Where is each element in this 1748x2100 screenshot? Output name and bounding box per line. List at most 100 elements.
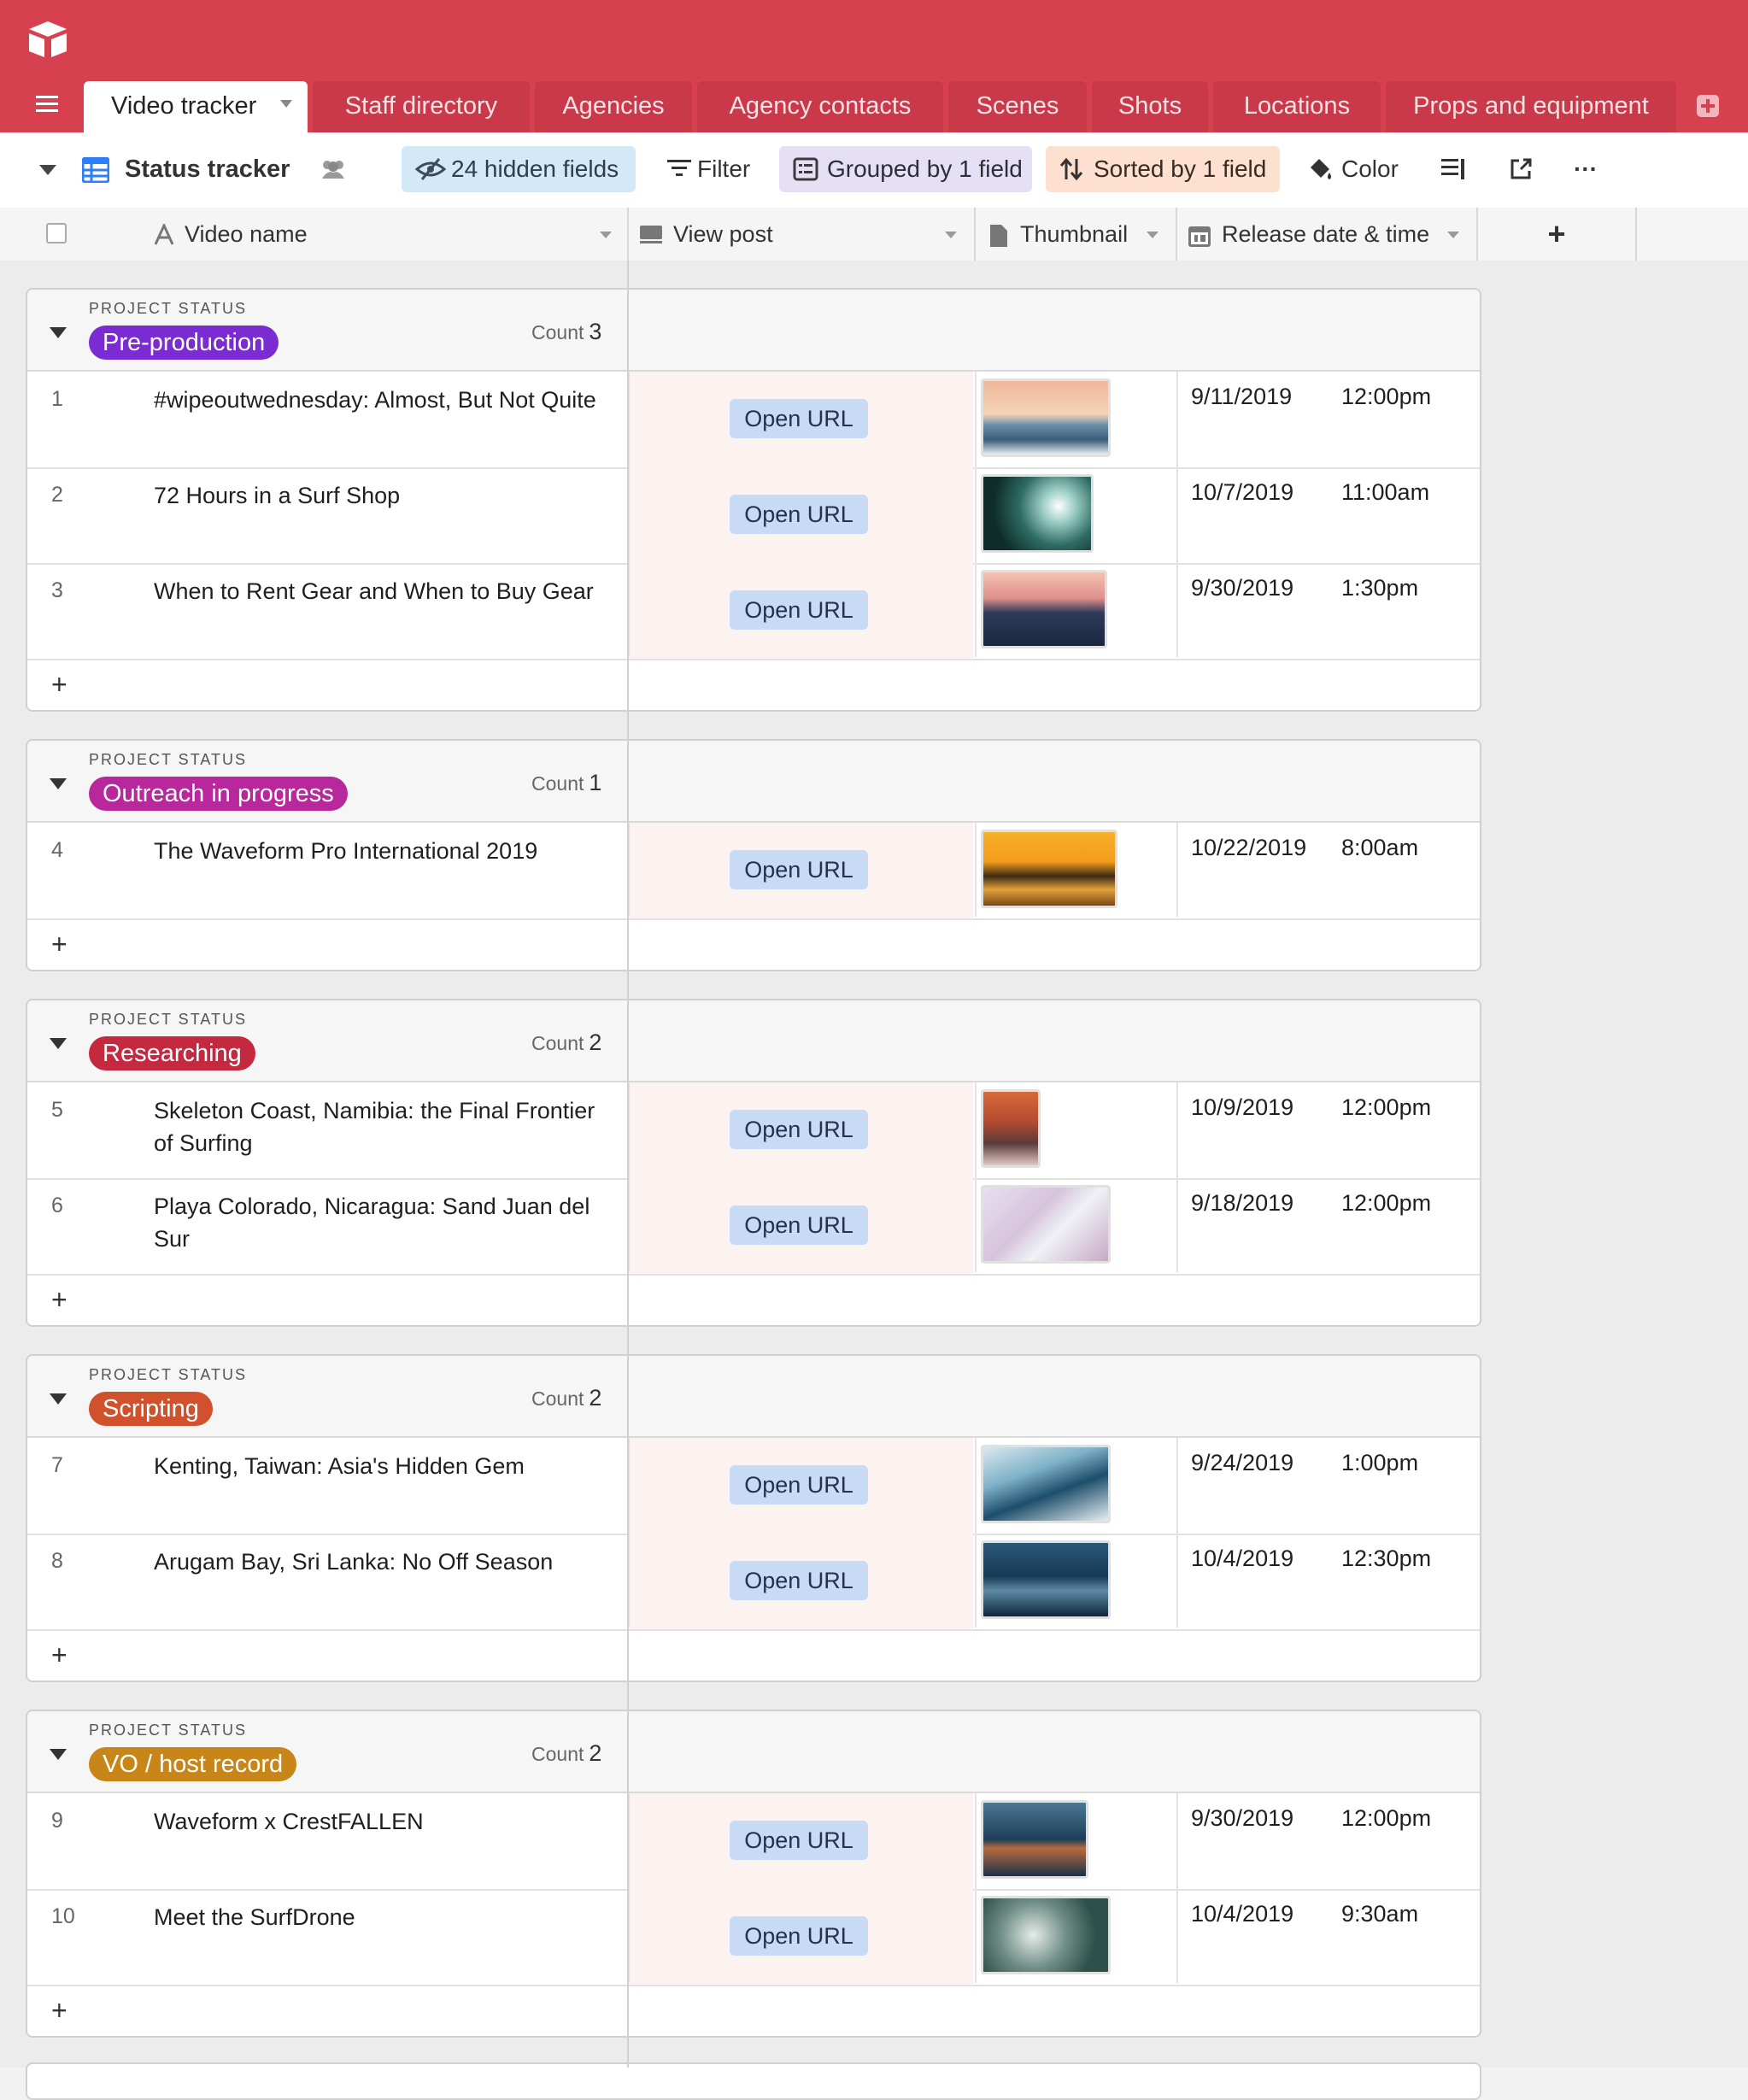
thumbnail-image[interactable] [981, 378, 1111, 457]
table-row[interactable]: 3 When to Rent Gear and When to Buy Gear O… [27, 563, 1480, 660]
add-record-icon[interactable]: + [51, 1995, 67, 2027]
open-url-button[interactable]: Open URL [730, 1465, 868, 1505]
release-time-cell[interactable]: 1:30pm [1341, 575, 1418, 601]
release-date-cell[interactable]: 9/11/2019 [1191, 384, 1292, 410]
release-date-cell[interactable]: 9/18/2019 [1191, 1190, 1293, 1217]
table-row[interactable]: 1 #wipeoutwednesday: Almost, But Not Quit… [27, 372, 1480, 469]
video-name-cell[interactable]: Skeleton Coast, Namibia: the Final Front… [154, 1094, 615, 1159]
tab-locations[interactable]: Locations [1213, 81, 1381, 132]
sort-button[interactable]: Sorted by 1 field [1046, 146, 1280, 192]
table-row[interactable]: 8 Arugam Bay, Sri Lanka: No Off Season Ope… [27, 1534, 1480, 1631]
release-time-cell[interactable]: 12:00pm [1341, 384, 1431, 410]
add-record-row[interactable]: + [27, 1629, 1480, 1681]
thumbnail-image[interactable] [981, 1540, 1111, 1619]
column-menu-chevron-icon[interactable] [1147, 232, 1158, 238]
tab-video-tracker[interactable]: Video tracker [84, 81, 308, 132]
open-url-button[interactable]: Open URL [730, 495, 868, 534]
column-header-release-date[interactable]: Release date & time [1177, 208, 1478, 261]
thumbnail-image[interactable] [981, 1089, 1041, 1168]
open-url-button[interactable]: Open URL [730, 590, 868, 630]
collapse-group-chevron-icon[interactable] [50, 778, 67, 789]
row-height-button[interactable] [1440, 146, 1466, 192]
release-date-cell[interactable]: 9/24/2019 [1191, 1450, 1293, 1476]
video-name-cell[interactable]: The Waveform Pro International 2019 [154, 835, 615, 867]
filter-button[interactable]: Filter [658, 146, 760, 192]
tab-agencies[interactable]: Agencies [535, 81, 692, 132]
add-record-row[interactable]: + [27, 918, 1480, 970]
table-row[interactable]: 5 Skeleton Coast, Namibia: the Final Fron… [27, 1082, 1480, 1180]
release-time-cell[interactable]: 12:30pm [1341, 1546, 1431, 1572]
tab-props-and-equipment[interactable]: Props and equipment [1386, 81, 1676, 132]
release-date-cell[interactable]: 10/4/2019 [1191, 1546, 1293, 1572]
table-row[interactable]: 7 Kenting, Taiwan: Asia's Hidden Gem Open … [27, 1438, 1480, 1535]
group-button[interactable]: Grouped by 1 field [779, 146, 1032, 192]
table-row[interactable]: 10 Meet the SurfDrone Open URL 10/4/2019 9:3… [27, 1889, 1480, 1986]
thumbnail-image[interactable] [981, 570, 1107, 648]
tab-agency-contacts[interactable]: Agency contacts [697, 81, 943, 132]
video-name-cell[interactable]: Playa Colorado, Nicaragua: Sand Juan del… [154, 1190, 615, 1255]
open-url-button[interactable]: Open URL [730, 850, 868, 889]
release-date-cell[interactable]: 10/22/2019 [1191, 835, 1306, 861]
collapse-group-chevron-icon[interactable] [50, 1749, 67, 1760]
select-all-checkbox[interactable] [46, 223, 67, 243]
more-options-button[interactable]: ··· [1574, 146, 1604, 192]
add-record-row[interactable]: + [27, 659, 1480, 710]
video-name-cell[interactable]: Kenting, Taiwan: Asia's Hidden Gem [154, 1450, 615, 1482]
column-header-view-post[interactable]: View post [629, 208, 976, 261]
release-date-cell[interactable]: 10/7/2019 [1191, 479, 1293, 506]
open-url-button[interactable]: Open URL [730, 1205, 868, 1245]
column-menu-chevron-icon[interactable] [945, 232, 957, 238]
column-header-thumbnail[interactable]: Thumbnail [976, 208, 1177, 261]
table-row[interactable]: 9 Waveform x CrestFALLEN Open URL 9/30/2019… [27, 1793, 1480, 1891]
add-record-icon[interactable]: + [51, 1640, 67, 1671]
release-time-cell[interactable]: 1:00pm [1341, 1450, 1418, 1476]
video-name-cell[interactable]: Arugam Bay, Sri Lanka: No Off Season [154, 1546, 615, 1578]
airtable-logo-icon[interactable] [26, 19, 70, 60]
add-record-row[interactable]: + [27, 1274, 1480, 1325]
collapse-group-chevron-icon[interactable] [50, 1038, 67, 1049]
open-url-button[interactable]: Open URL [730, 1561, 868, 1600]
tab-shots[interactable]: Shots [1092, 81, 1208, 132]
add-record-icon[interactable]: + [51, 669, 67, 701]
video-name-cell[interactable]: Meet the SurfDrone [154, 1901, 615, 1933]
thumbnail-image[interactable] [981, 1185, 1111, 1264]
add-field-button[interactable]: + [1478, 208, 1637, 261]
add-record-icon[interactable]: + [51, 929, 67, 960]
release-time-cell[interactable]: 9:30am [1341, 1901, 1418, 1927]
release-date-cell[interactable]: 9/30/2019 [1191, 575, 1293, 601]
collapse-group-chevron-icon[interactable] [50, 1393, 67, 1405]
open-url-button[interactable]: Open URL [730, 1110, 868, 1149]
release-time-cell[interactable]: 12:00pm [1341, 1190, 1431, 1217]
tab-scenes[interactable]: Scenes [948, 81, 1087, 132]
open-url-button[interactable]: Open URL [730, 1916, 868, 1956]
video-name-cell[interactable]: When to Rent Gear and When to Buy Gear [154, 575, 615, 607]
column-menu-chevron-icon[interactable] [600, 232, 612, 238]
release-date-cell[interactable]: 9/30/2019 [1191, 1805, 1293, 1832]
add-record-row[interactable]: + [27, 1985, 1480, 2036]
column-menu-chevron-icon[interactable] [1447, 232, 1459, 238]
thumbnail-image[interactable] [981, 830, 1117, 908]
release-time-cell[interactable]: 12:00pm [1341, 1094, 1431, 1121]
table-row[interactable]: 4 The Waveform Pro International 2019 Open… [27, 823, 1480, 920]
collaborators-button[interactable] [316, 146, 350, 192]
video-name-cell[interactable]: 72 Hours in a Surf Shop [154, 479, 615, 512]
tab-staff-directory[interactable]: Staff directory [313, 81, 530, 132]
thumbnail-image[interactable] [981, 1445, 1111, 1523]
release-date-cell[interactable]: 10/9/2019 [1191, 1094, 1293, 1121]
collapse-group-chevron-icon[interactable] [50, 327, 67, 338]
view-name[interactable]: Status tracker [82, 146, 313, 192]
tab-chevron-down-icon[interactable] [280, 100, 292, 108]
color-button[interactable]: Color [1304, 146, 1410, 192]
add-table-icon[interactable] [1696, 94, 1720, 118]
open-url-button[interactable]: Open URL [730, 399, 868, 438]
release-time-cell[interactable]: 11:00am [1341, 479, 1429, 506]
thumbnail-image[interactable] [981, 474, 1094, 553]
video-name-cell[interactable]: Waveform x CrestFALLEN [154, 1805, 615, 1838]
column-header-video-name[interactable]: Video name [0, 208, 629, 261]
video-name-cell[interactable]: #wipeoutwednesday: Almost, But Not Quite [154, 384, 615, 416]
thumbnail-image[interactable] [981, 1800, 1088, 1879]
menu-icon[interactable] [34, 94, 60, 114]
open-url-button[interactable]: Open URL [730, 1821, 868, 1860]
thumbnail-image[interactable] [981, 1896, 1111, 1974]
share-view-button[interactable] [1509, 146, 1534, 192]
